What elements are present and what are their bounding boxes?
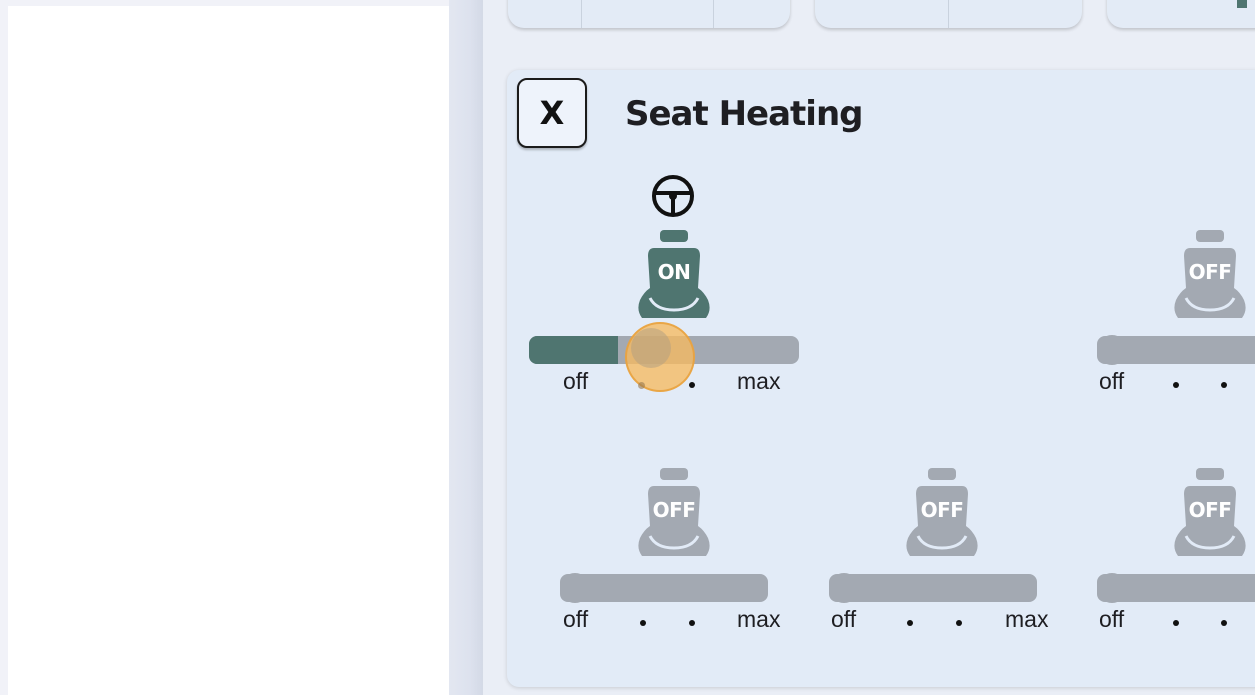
- heat-slider-fill-driver: [529, 336, 619, 364]
- close-button[interactable]: X: [517, 78, 587, 148]
- level-dot: [689, 382, 695, 388]
- heat-slider-knob-front-passenger[interactable]: [1097, 335, 1127, 365]
- top-control-card-2[interactable]: [815, 0, 1082, 28]
- left-blank-pane: [8, 6, 449, 695]
- touch-indicator-dot: [638, 382, 645, 389]
- level-dot: [689, 620, 695, 626]
- slider-min-label-front-passenger: off: [1099, 368, 1125, 394]
- steering-wheel-icon: [652, 175, 694, 217]
- level-dot: [1221, 620, 1227, 626]
- seat-status-driver: ON: [657, 260, 691, 284]
- slider-max-label-rear-center: max: [1005, 606, 1049, 632]
- touch-indicator-inner: [631, 328, 671, 368]
- seat-icon-rear-center[interactable]: OFF: [902, 466, 982, 562]
- top-card-accent: [1237, 0, 1247, 8]
- level-dot: [1173, 620, 1179, 626]
- seat-status-rear-left: OFF: [652, 498, 696, 522]
- heat-slider-rear-left[interactable]: [560, 573, 768, 603]
- level-dot: [1173, 382, 1179, 388]
- slider-min-label-rear-left: off: [563, 606, 589, 632]
- heat-slider-knob-rear-left[interactable]: [560, 573, 590, 603]
- level-dot: [1221, 382, 1227, 388]
- seat-heating-panel: X Seat Heating ON off max OFF off OFF of…: [507, 70, 1255, 687]
- slider-min-label-driver: off: [563, 368, 589, 394]
- heat-slider-knob-rear-center[interactable]: [829, 573, 859, 603]
- seat-status-front-passenger: OFF: [1188, 260, 1232, 284]
- heat-slider-rear-center[interactable]: [829, 573, 1037, 603]
- level-dot: [956, 620, 962, 626]
- top-control-card-1[interactable]: [508, 0, 790, 28]
- slider-max-label-driver: max: [737, 368, 781, 394]
- main-area: X Seat Heating ON off max OFF off OFF of…: [483, 0, 1255, 695]
- level-dot: [907, 620, 913, 626]
- seat-icon-driver[interactable]: ON: [634, 228, 714, 324]
- panel-title: Seat Heating: [625, 94, 863, 134]
- seat-icon-front-passenger[interactable]: OFF: [1170, 228, 1250, 324]
- seat-icon-rear-left[interactable]: OFF: [634, 466, 714, 562]
- heat-slider-rear-right[interactable]: [1097, 573, 1255, 603]
- seat-icon-rear-right[interactable]: OFF: [1170, 466, 1250, 562]
- heat-slider-front-passenger[interactable]: [1097, 335, 1255, 365]
- level-dot: [640, 620, 646, 626]
- slider-max-label-rear-left: max: [737, 606, 781, 632]
- panel-gutter: [449, 0, 483, 695]
- seat-status-rear-center: OFF: [920, 498, 964, 522]
- top-control-card-3[interactable]: [1107, 0, 1255, 28]
- slider-min-label-rear-right: off: [1099, 606, 1125, 632]
- heat-slider-knob-rear-right[interactable]: [1097, 573, 1127, 603]
- slider-min-label-rear-center: off: [831, 606, 857, 632]
- seat-status-rear-right: OFF: [1188, 498, 1232, 522]
